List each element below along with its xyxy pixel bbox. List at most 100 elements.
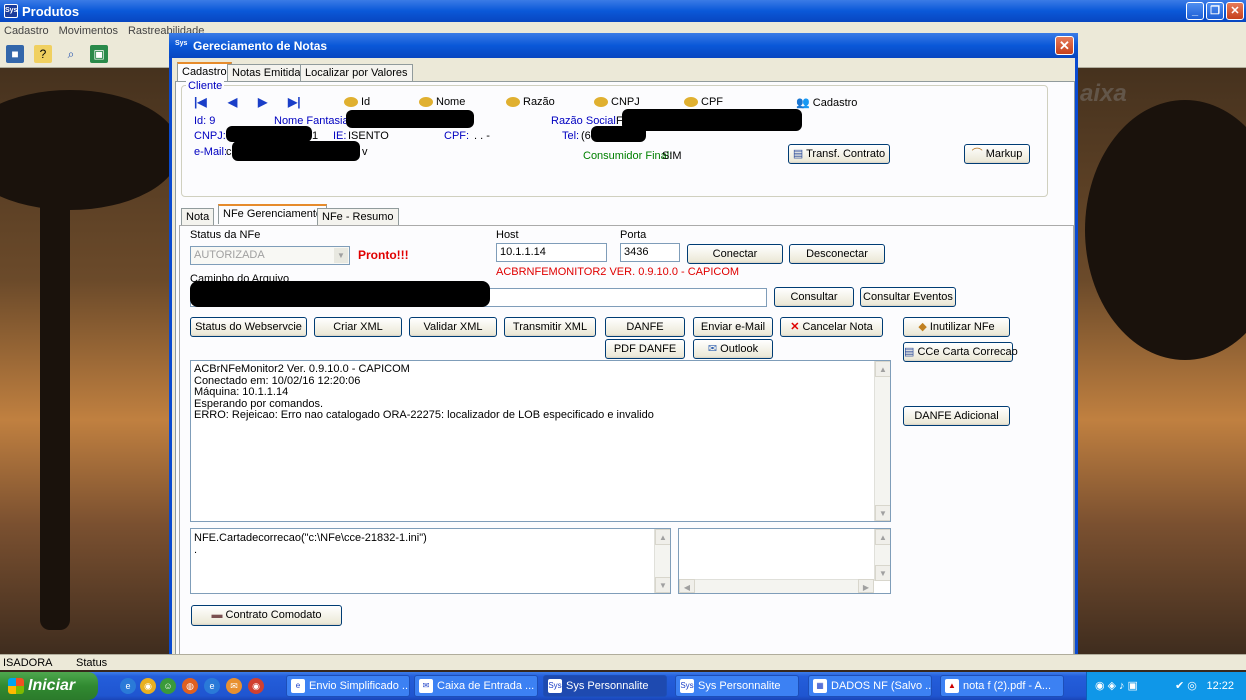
quicklaunch-chrome-icon[interactable]: ◉	[140, 678, 156, 694]
scroll-right-icon[interactable]: ▶	[858, 579, 874, 593]
conectar-button[interactable]: Conectar	[687, 244, 783, 264]
danfe-adicional-button[interactable]: DANFE Adicional	[903, 406, 1010, 426]
validar-xml-button[interactable]: Validar XML	[409, 317, 497, 337]
quicklaunch-outlook-icon[interactable]: ✉	[226, 678, 242, 694]
scroll-down-icon[interactable]: ▼	[875, 565, 890, 581]
minimize-icon[interactable]: _	[1186, 2, 1204, 20]
consultar-button[interactable]: Consultar	[774, 287, 854, 307]
task-caixa-entrada[interactable]: ✉ Caixa de Entrada ...	[414, 675, 538, 697]
outlook-button[interactable]: ✉ Outlook	[693, 339, 773, 359]
status-nfe-select[interactable]: AUTORIZADA ▼	[190, 246, 350, 265]
response-vscrollbar[interactable]: ▲ ▼	[874, 529, 890, 581]
tab-localizar-valores[interactable]: Localizar por Valores	[300, 64, 413, 82]
email-value-start: c	[226, 146, 232, 158]
tab-notas-emitidas[interactable]: Notas Emitidas	[227, 64, 311, 82]
scroll-up-icon[interactable]: ▲	[875, 361, 890, 377]
scroll-down-icon[interactable]: ▼	[875, 505, 890, 521]
response-hscrollbar[interactable]: ◀ ▶	[679, 579, 874, 593]
module-icon[interactable]: ■	[6, 44, 24, 63]
prev-record-icon[interactable]: ◀	[228, 95, 237, 109]
search-doc-icon[interactable]: ⌕	[62, 45, 80, 63]
menu-movimentos[interactable]: Movimentos	[59, 25, 118, 37]
log-output[interactable]: ACBrNFeMonitor2 Ver. 0.9.10.0 - CAPICOM …	[190, 360, 891, 522]
next-record-icon[interactable]: ▶	[258, 95, 267, 109]
tab-nota[interactable]: Nota	[181, 208, 215, 226]
start-button[interactable]: Iniciar	[0, 672, 98, 700]
clock[interactable]: 12:22	[1206, 672, 1234, 700]
porta-input[interactable]: 3436	[620, 243, 680, 262]
tab-nfe-resumo[interactable]: NFe - Resumo	[317, 208, 399, 226]
image-icon[interactable]: ▣	[90, 44, 108, 63]
transmitir-xml-button[interactable]: Transmitir XML	[504, 317, 596, 337]
help-icon[interactable]: ?	[34, 44, 52, 63]
cpf-label: CPF:	[444, 130, 470, 142]
eraser-icon: ◆	[918, 321, 927, 333]
criar-xml-button[interactable]: Criar XML	[314, 317, 402, 337]
search-nome-icon	[419, 97, 433, 108]
consumidor-final-value: SIM	[662, 150, 682, 162]
cancelar-nota-button[interactable]: ✕ Cancelar Nota	[780, 317, 883, 337]
search-by-nome[interactable]: Nome	[419, 96, 465, 108]
scroll-down-icon[interactable]: ▼	[655, 577, 670, 593]
desconectar-button[interactable]: Desconectar	[789, 244, 885, 264]
tab-cadastro[interactable]: Cadastro	[177, 62, 232, 82]
quicklaunch-messenger-icon[interactable]: ☺	[160, 678, 176, 694]
quicklaunch-ie-icon[interactable]: e	[120, 678, 136, 694]
log-scrollbar[interactable]: ▲ ▼	[874, 361, 890, 521]
envelope-icon: ✉	[707, 343, 718, 355]
status-nfe-label: Status da NFe	[190, 229, 261, 241]
tray-icons-2[interactable]: ✔◎	[1175, 672, 1200, 700]
first-record-icon[interactable]: |◀	[194, 95, 207, 109]
search-by-cpf[interactable]: CPF	[684, 96, 723, 108]
pdf-danfe-button[interactable]: PDF DANFE	[605, 339, 685, 359]
consultar-eventos-button[interactable]: Consultar Eventos	[860, 287, 956, 307]
contrato-comodato-button[interactable]: ▬ Contrato Comodato	[191, 605, 342, 626]
email-label: e-Mail:	[194, 146, 228, 158]
danfe-button[interactable]: DANFE	[605, 317, 685, 337]
tab-nfe-gerenciamento[interactable]: NFe Gerenciamento	[218, 204, 328, 224]
dialog-close-icon[interactable]: ✕	[1055, 36, 1074, 55]
quicklaunch-ie2-icon[interactable]: e	[204, 678, 220, 694]
quicklaunch-chrome2-icon[interactable]: ◉	[248, 678, 264, 694]
log-line: ERRO: Rejeicao: Erro nao catalogado ORA-…	[194, 409, 654, 421]
scroll-left-icon[interactable]: ◀	[679, 579, 695, 593]
command-scrollbar[interactable]: ▲ ▼	[654, 529, 670, 593]
restore-icon[interactable]: ❐	[1206, 2, 1224, 20]
dialog-title-bar: Sys Gereciamento de Notas ✕	[169, 33, 1078, 58]
tray-icons[interactable]: ◉◈♪▣	[1095, 672, 1141, 700]
chevron-down-icon: ▼	[334, 248, 348, 263]
command-input[interactable]: NFE.Cartadecorrecao("c:\NFe\cce-21832-1.…	[190, 528, 671, 594]
log-line: Conectado em: 10/02/16 12:20:06	[194, 374, 361, 387]
scroll-up-icon[interactable]: ▲	[875, 529, 890, 545]
task-sys-personnalite-1[interactable]: Sys Sys Personnalite	[543, 675, 667, 697]
search-by-cadastro[interactable]: 👥 Cadastro	[796, 96, 857, 109]
background-tree	[0, 90, 180, 210]
transf-contrato-button[interactable]: ▤ Transf. Contrato	[788, 144, 890, 164]
redacted-nome-fantasia	[346, 110, 474, 128]
task-envio-simplificado[interactable]: e Envio Simplificado ...	[286, 675, 410, 697]
cce-carta-correcao-button[interactable]: ▤ CCe Carta Correcao	[903, 342, 1018, 362]
inutilizar-nfe-button[interactable]: ◆ Inutilizar NFe	[903, 317, 1010, 337]
task-sys-personnalite-2[interactable]: Sys Sys Personnalite	[675, 675, 799, 697]
task-dados-nf[interactable]: ▦ DADOS NF (Salvo ...	[808, 675, 932, 697]
background-tree-right	[1085, 100, 1246, 360]
search-by-razao[interactable]: Razão	[506, 96, 555, 108]
enviar-email-button[interactable]: Enviar e-Mail	[693, 317, 773, 337]
spreadsheet-icon: ▦	[813, 679, 827, 693]
windows-logo-icon	[8, 678, 24, 694]
app-title: Produtos	[22, 3, 80, 19]
last-record-icon[interactable]: ▶|	[288, 95, 301, 109]
task-nota-pdf[interactable]: ▲ nota f (2).pdf - A...	[940, 675, 1064, 697]
document-icon: ▤	[904, 346, 915, 358]
tel-value: (6	[581, 130, 591, 142]
scroll-up-icon[interactable]: ▲	[655, 529, 670, 545]
markup-button[interactable]: ⌒ Markup	[964, 144, 1030, 164]
response-output[interactable]: ▲ ▼ ◀ ▶	[678, 528, 891, 594]
quicklaunch-firefox-icon[interactable]: ◍	[182, 678, 198, 694]
host-input[interactable]: 10.1.1.14	[496, 243, 607, 262]
menu-cadastro[interactable]: Cadastro	[4, 25, 49, 37]
status-webservice-button[interactable]: Status do Webservcie	[190, 317, 307, 337]
search-by-id[interactable]: Id	[344, 96, 370, 108]
search-by-cnpj[interactable]: CNPJ	[594, 96, 640, 108]
close-icon[interactable]: ✕	[1226, 2, 1244, 20]
